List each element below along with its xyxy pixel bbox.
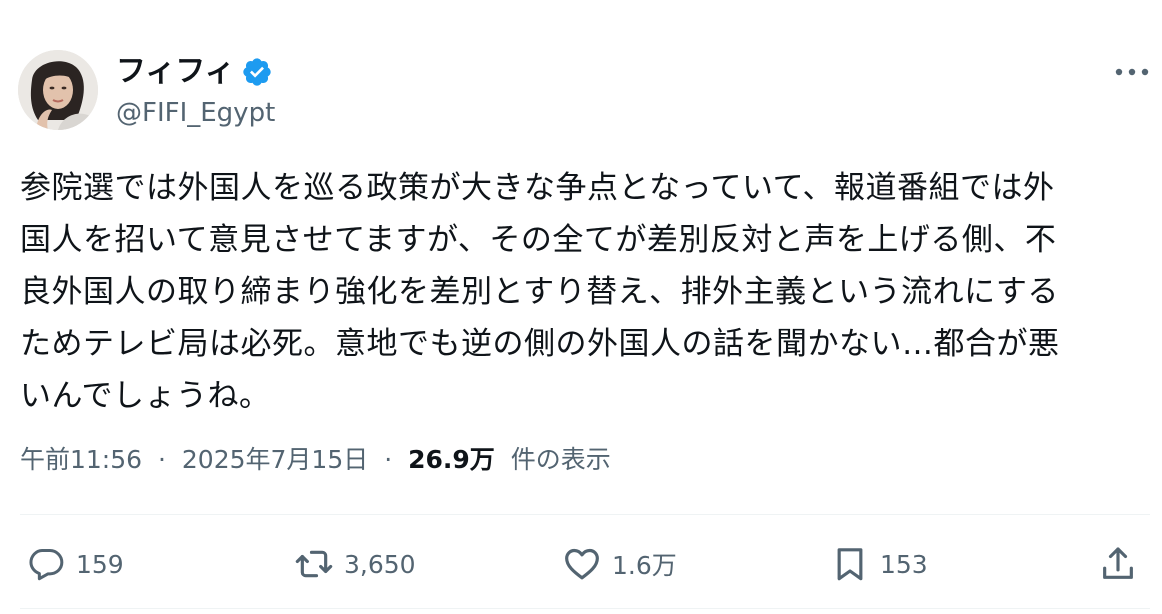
share-button[interactable] xyxy=(1098,540,1138,588)
views-label: 件の表示 xyxy=(510,445,611,474)
tweet-text-line: 良外国人の取り締まり強化を差別とすり替え、排外主義という流れにする xyxy=(20,274,1059,310)
tweet-text-line: 国人を招いて意見させてますが、その全てが差別反対と声を上げる側、不 xyxy=(20,222,1057,258)
meta-separator: · xyxy=(158,445,166,474)
verified-badge-icon[interactable] xyxy=(241,56,273,88)
tweet: フィフィ @FIFI_Egypt 参院選では外国人を巡る政策が大きな争点となって… xyxy=(0,0,1162,614)
author-display-name[interactable]: フィフィ xyxy=(116,52,235,92)
divider xyxy=(20,514,1150,515)
author-handle[interactable]: @FIFI_Egypt xyxy=(116,96,275,130)
author-name-row: フィフィ xyxy=(116,52,273,92)
divider xyxy=(20,608,1150,609)
like-button[interactable]: 1.6万 xyxy=(562,540,677,588)
meta-separator: · xyxy=(384,445,393,474)
views-count: 26.9万 xyxy=(408,445,495,474)
reply-icon xyxy=(26,544,66,584)
heart-icon xyxy=(562,544,602,584)
bookmark-icon xyxy=(830,544,870,584)
retweet-icon xyxy=(294,544,334,584)
bookmark-count: 153 xyxy=(880,549,928,579)
more-options-icon[interactable] xyxy=(1112,60,1152,84)
tweet-text-line: ためテレビ局は必死。意地でも逆の側の外国人の話を聞かない…都合が悪 xyxy=(20,326,1060,362)
share-icon xyxy=(1098,544,1138,584)
tweet-meta: 午前11:56 · 2025年7月15日 · 26.9万 件の表示 xyxy=(20,440,611,480)
tweet-time[interactable]: 午前11:56 xyxy=(20,445,142,474)
retweet-button[interactable]: 3,650 xyxy=(294,540,416,588)
avatar-image xyxy=(18,50,98,130)
avatar[interactable] xyxy=(18,50,98,130)
like-count: 1.6万 xyxy=(612,551,677,580)
tweet-text-line: いんでしょうね。 xyxy=(20,378,271,414)
retweet-count: 3,650 xyxy=(344,549,416,579)
bookmark-button[interactable]: 153 xyxy=(830,540,928,588)
tweet-date[interactable]: 2025年7月15日 xyxy=(182,445,368,474)
reply-button[interactable]: 159 xyxy=(26,540,124,588)
tweet-text: 参院選では外国人を巡る政策が大きな争点となっていて、報道番組では外 国人を招いて… xyxy=(20,162,1150,422)
tweet-text-line: 参院選では外国人を巡る政策が大きな争点となっていて、報道番組では外 xyxy=(20,170,1055,206)
reply-count: 159 xyxy=(76,549,124,579)
